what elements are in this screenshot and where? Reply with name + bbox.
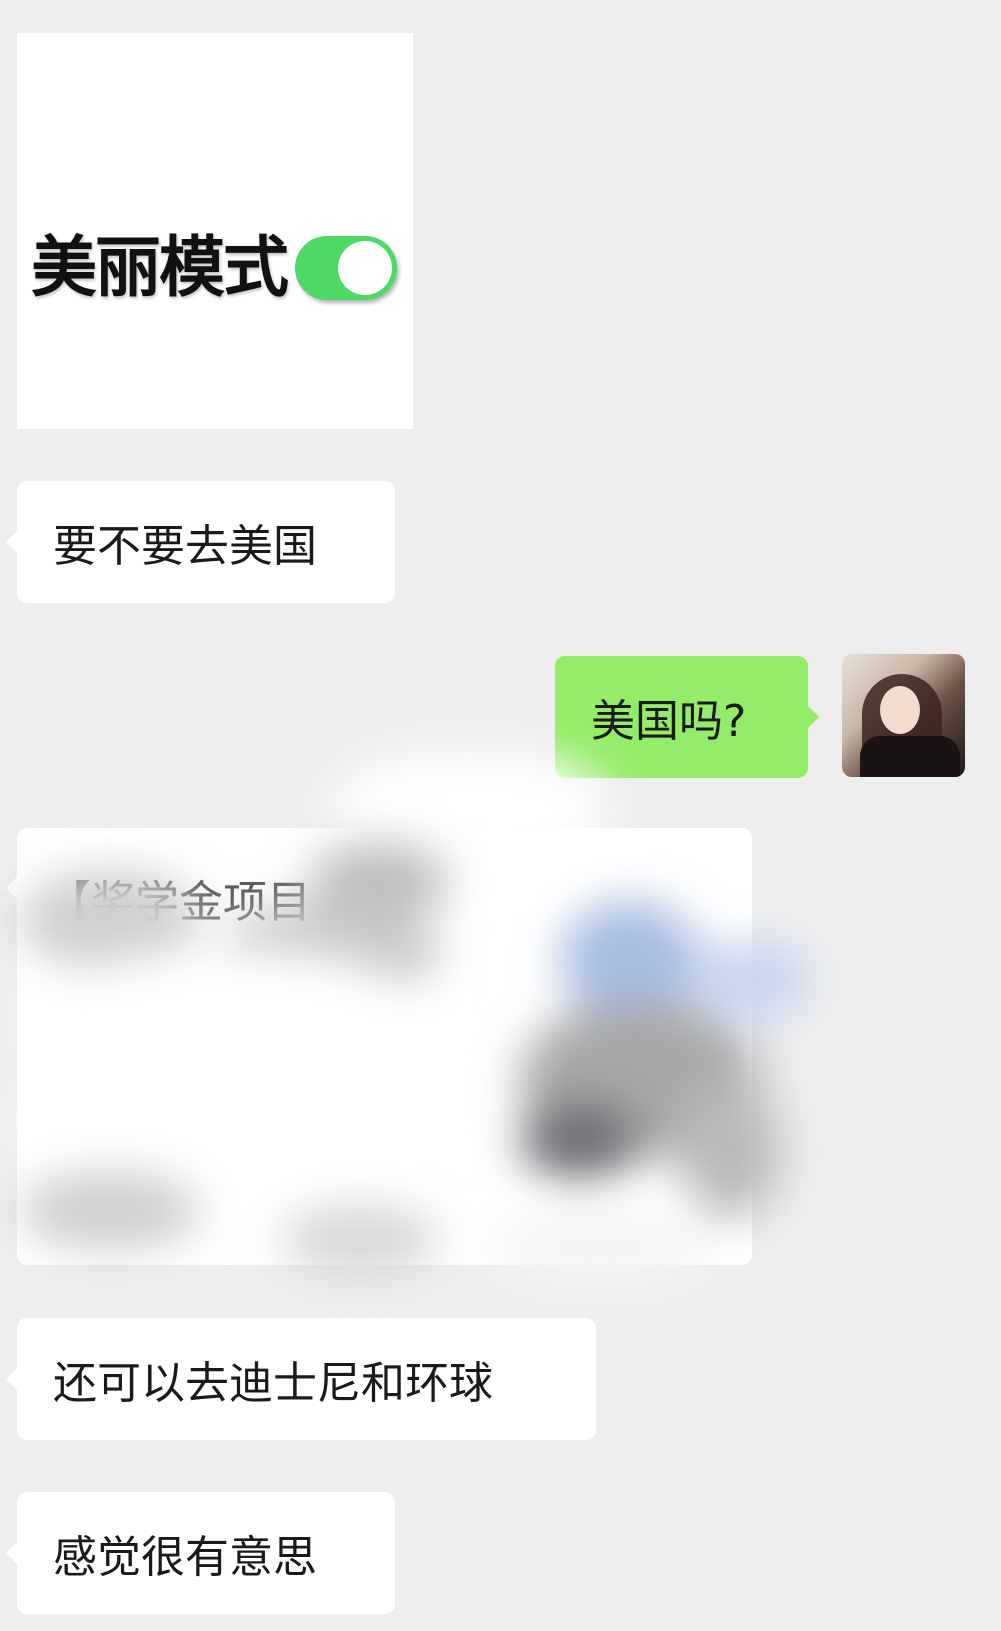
sticker-image-message[interactable]: 美丽模式 xyxy=(17,33,413,429)
message-text: 美国吗? xyxy=(591,696,747,747)
outgoing-message-bubble[interactable]: 美国吗? xyxy=(555,656,819,778)
bubble-tail xyxy=(6,1542,17,1564)
blurred-card-message[interactable]: 【奖学金项目 xyxy=(6,828,752,1265)
bubble-tail xyxy=(6,877,17,899)
card-title: 【奖学金项目 xyxy=(47,877,311,928)
incoming-message-bubble[interactable]: 还可以去迪士尼和环球 xyxy=(6,1318,596,1440)
toggle-knob xyxy=(338,241,392,295)
message-text: 还可以去迪士尼和环球 xyxy=(53,1358,493,1409)
bubble-tail xyxy=(6,531,17,553)
bubble-tail xyxy=(6,1368,17,1390)
user-avatar[interactable] xyxy=(842,654,965,777)
toggle-switch-icon xyxy=(295,236,397,300)
incoming-message-bubble[interactable]: 感觉很有意思 xyxy=(6,1492,395,1614)
message-text: 要不要去美国 xyxy=(53,521,317,572)
sticker-content: 美丽模式 xyxy=(31,228,411,308)
avatar-body xyxy=(860,736,960,777)
avatar-face xyxy=(880,686,920,734)
message-text: 感觉很有意思 xyxy=(53,1532,317,1583)
incoming-message-bubble[interactable]: 要不要去美国 xyxy=(6,481,395,603)
sticker-text: 美丽模式 xyxy=(31,229,289,306)
bubble-tail xyxy=(808,706,819,728)
